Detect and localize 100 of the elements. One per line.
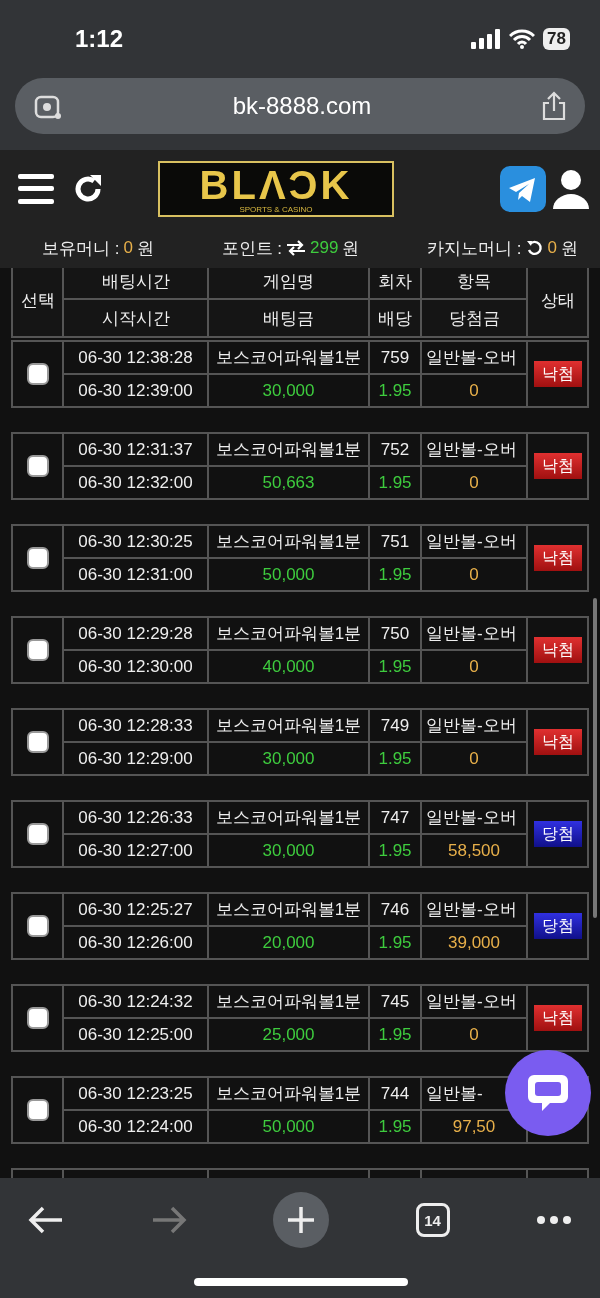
back-button[interactable] bbox=[28, 1205, 64, 1235]
table-cell: 0 bbox=[422, 375, 526, 406]
column-header: 게임명 bbox=[209, 268, 368, 298]
balance-label: 포인트 : bbox=[221, 237, 283, 260]
status-badge: 낙첨 bbox=[533, 453, 582, 479]
clock-time: 1:12 bbox=[75, 25, 124, 53]
table-cell: 30,000 bbox=[209, 743, 368, 774]
column-header: 시작시간 bbox=[64, 300, 207, 336]
table-cell: 0 bbox=[422, 651, 526, 682]
table-cell: 1.95 bbox=[370, 559, 420, 590]
table-cell: 06-30 12:32:00 bbox=[64, 467, 207, 498]
table-cell: 06-30 12:26:33 bbox=[64, 802, 207, 833]
column-header: 항목 bbox=[422, 268, 526, 298]
balance-label: 보유머니 : bbox=[42, 237, 120, 260]
more-icon bbox=[536, 1215, 572, 1225]
status-badge: 낙첨 bbox=[533, 545, 582, 571]
table-cell: 06-30 12:29:28 bbox=[64, 618, 207, 649]
table-cell: 0 bbox=[422, 559, 526, 590]
menu-icon[interactable] bbox=[18, 174, 54, 204]
table-cell: 750 bbox=[370, 618, 420, 649]
table-cell: 746 bbox=[370, 894, 420, 925]
table-cell: 06-30 12:38:28 bbox=[64, 342, 207, 373]
currency-unit: 원 bbox=[136, 237, 154, 260]
table-cell: 일반볼-오버 bbox=[422, 802, 526, 833]
table-cell: 일반볼-오버 bbox=[422, 986, 526, 1017]
table-cell: 751 bbox=[370, 526, 420, 557]
table-cell: 06-30 12:26:00 bbox=[64, 927, 207, 958]
table-cell: 50,000 bbox=[209, 559, 368, 590]
table-cell: 06-30 12:27:00 bbox=[64, 835, 207, 866]
balance-label: 카지노머니 : bbox=[427, 237, 522, 260]
table-cell: 06-30 12:30:00 bbox=[64, 651, 207, 682]
column-header: 배팅금 bbox=[209, 300, 368, 336]
column-header: 당첨금 bbox=[422, 300, 526, 336]
table-cell: 06-30 12:23:25 bbox=[64, 1078, 207, 1109]
plus-icon bbox=[286, 1205, 316, 1235]
table-cell: 58,500 bbox=[422, 835, 526, 866]
table-cell: 보스코어파워볼1분 bbox=[209, 434, 368, 465]
checkbox[interactable] bbox=[26, 1007, 49, 1029]
address-bar[interactable]: bk-8888.com bbox=[15, 78, 585, 134]
column-header: 배팅시간 bbox=[64, 268, 207, 298]
exchange-icon bbox=[286, 240, 307, 256]
signal-icon bbox=[471, 29, 502, 49]
table-cell: 06-30 12:24:32 bbox=[64, 986, 207, 1017]
table-cell: 30,000 bbox=[209, 375, 368, 406]
checkbox[interactable] bbox=[26, 823, 49, 845]
back-arrow-icon bbox=[28, 1205, 64, 1235]
table-cell: 보스코어파워볼1분 bbox=[209, 894, 368, 925]
checkbox[interactable] bbox=[26, 1099, 49, 1121]
table-cell: 1.95 bbox=[370, 467, 420, 498]
status-badge: 당첨 bbox=[533, 821, 582, 847]
table-cell: 39,000 bbox=[422, 927, 526, 958]
table-cell: 일반볼-오버 bbox=[422, 710, 526, 741]
checkbox[interactable] bbox=[26, 639, 49, 661]
table-cell: 일반볼-오버 bbox=[422, 618, 526, 649]
status-badge: 낙첨 bbox=[533, 361, 582, 387]
balance-value: 0 bbox=[547, 238, 557, 258]
table-cell: 보스코어파워볼1분 bbox=[209, 802, 368, 833]
more-button[interactable] bbox=[536, 1215, 572, 1225]
share-icon[interactable] bbox=[541, 91, 567, 121]
table-cell: 752 bbox=[370, 434, 420, 465]
table-cell: 40,000 bbox=[209, 651, 368, 682]
table-cell: 1.95 bbox=[370, 1019, 420, 1050]
table-cell: 50,000 bbox=[209, 1111, 368, 1142]
status-badge: 낙첨 bbox=[533, 1005, 582, 1031]
logo[interactable]: BLΛƆK SPORTS & CASINO bbox=[158, 161, 394, 217]
battery-level: 78 bbox=[543, 28, 570, 50]
telegram-icon[interactable] bbox=[500, 166, 546, 212]
checkbox[interactable] bbox=[26, 547, 49, 569]
table-cell: 06-30 12:25:27 bbox=[64, 894, 207, 925]
table-cell: 06-30 12:28:33 bbox=[64, 710, 207, 741]
table-cell: 745 bbox=[370, 986, 420, 1017]
scrollbar[interactable] bbox=[593, 598, 597, 918]
table-cell: 744 bbox=[370, 1078, 420, 1109]
table-cell: 일반볼-오버 bbox=[422, 894, 526, 925]
table-cell: 06-30 12:29:00 bbox=[64, 743, 207, 774]
new-tab-button[interactable] bbox=[273, 1192, 329, 1248]
checkbox[interactable] bbox=[26, 731, 49, 753]
checkbox[interactable] bbox=[26, 455, 49, 477]
table-cell: 06-30 12:24:00 bbox=[64, 1111, 207, 1142]
table-cell: 보스코어파워볼1분 bbox=[209, 986, 368, 1017]
table-cell: 759 bbox=[370, 342, 420, 373]
table-cell: 1.95 bbox=[370, 1111, 420, 1142]
table-cell: 97,50 bbox=[422, 1111, 526, 1142]
table-cell: 06-30 12:31:37 bbox=[64, 434, 207, 465]
balance-value: 0 bbox=[123, 238, 133, 258]
column-header: 선택 bbox=[13, 268, 62, 336]
table-cell: 30,000 bbox=[209, 835, 368, 866]
checkbox[interactable] bbox=[26, 915, 49, 937]
currency-unit: 원 bbox=[342, 237, 360, 260]
table-cell: 06-30 12:25:00 bbox=[64, 1019, 207, 1050]
checkbox[interactable] bbox=[26, 363, 49, 385]
column-header: 상태 bbox=[528, 268, 587, 336]
table-cell: 1.95 bbox=[370, 743, 420, 774]
table-cell: 06-30 12:39:00 bbox=[64, 375, 207, 406]
wifi-icon bbox=[509, 29, 536, 49]
table-cell: 50,663 bbox=[209, 467, 368, 498]
forward-arrow-icon bbox=[150, 1205, 187, 1235]
tabs-button[interactable]: 14 bbox=[415, 1203, 450, 1237]
rotate-icon bbox=[525, 239, 544, 257]
user-icon[interactable] bbox=[552, 169, 590, 209]
